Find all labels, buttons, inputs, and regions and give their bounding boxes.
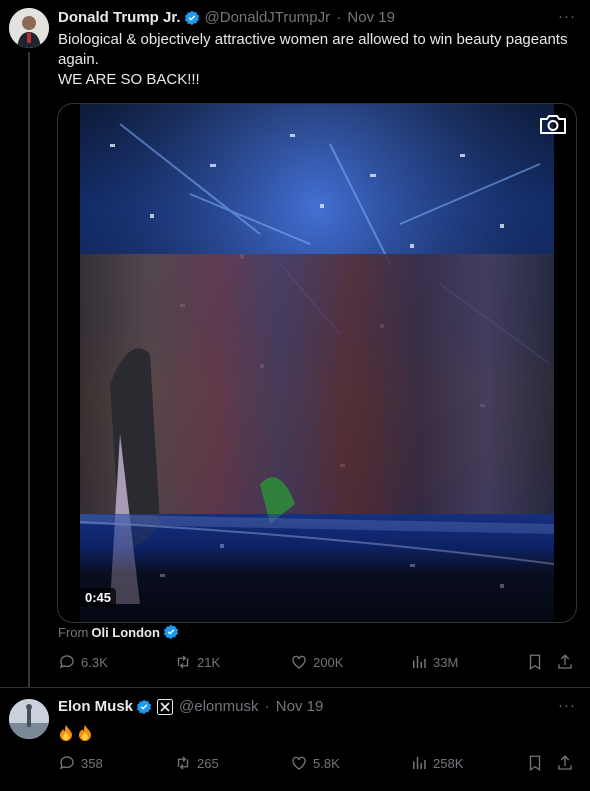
thread-line [28,52,30,687]
heart-icon [292,756,306,770]
like-button[interactable]: 5.8K [290,754,340,772]
author-name[interactable]: Elon Musk [58,698,133,716]
tweet-text-line: Biological & objectively attractive wome… [58,31,568,68]
x-affiliate-badge-icon [157,699,174,715]
bookmark-icon [529,755,541,772]
avatar[interactable] [9,8,49,48]
retweet-button[interactable]: 265 [174,754,219,772]
avatar-image [9,8,49,48]
avatar-image [9,699,49,739]
tweet-date[interactable]: Nov 19 [347,9,395,27]
tweet-trump-jr[interactable]: Donald Trump Jr. @DonaldJTrumpJr · Nov 1… [0,0,590,687]
share-button[interactable] [556,653,574,671]
heart-icon [292,655,306,669]
reply-icon [59,756,74,770]
reply-count: 6.3K [81,654,108,670]
video-stage [80,514,554,622]
reply-icon [59,655,74,669]
fire-emoji-icon [79,725,91,741]
retweet-count: 265 [197,755,219,771]
video-player[interactable]: 0:45 [57,103,577,623]
verified-badge-icon [163,624,179,640]
views-chart-icon [413,757,426,769]
bookmark-icon [529,654,541,671]
like-button[interactable]: 200K [290,653,343,671]
retweet-button[interactable]: 21K [174,653,220,671]
retweet-count: 21K [197,654,221,670]
action-bar: 358 265 5.8K 258K [58,754,576,774]
separator-dot: · [332,9,346,26]
bookmark-button[interactable] [526,653,544,671]
from-label: From [58,624,89,640]
more-options-icon[interactable]: ··· [558,697,576,714]
action-bar: 6.3K 21K 200K 33M [58,653,576,673]
share-icon [558,755,572,770]
video-attribution: From Oli London [58,624,182,640]
more-options-icon[interactable]: ··· [558,8,576,25]
views-count: 33M [433,654,459,670]
author-name[interactable]: Donald Trump Jr. [58,9,181,27]
tweet-header: Donald Trump Jr. @DonaldJTrumpJr · Nov 1… [58,9,395,27]
views-count: 258K [433,755,464,771]
like-count: 200K [313,654,344,670]
retweet-icon [177,756,189,770]
bookmark-button[interactable] [526,754,544,772]
verified-badge-icon [136,699,152,715]
author-handle[interactable]: @DonaldJTrumpJr [205,9,331,27]
retweet-icon [177,655,189,669]
separator-dot: · [260,698,274,715]
verified-badge-icon [184,10,199,26]
reply-count: 358 [81,755,103,771]
tweet-date[interactable]: Nov 19 [276,698,324,716]
tweet-header: Elon Musk @elonmusk · Nov 19 [58,698,323,716]
author-handle[interactable]: @elonmusk [179,698,258,716]
tweet-text-line: WE ARE SO BACK!!! [58,71,200,88]
like-count: 5.8K [313,755,340,771]
share-button[interactable] [556,754,574,772]
views-button[interactable]: 33M [410,653,458,671]
tweet-text: 🔥🔥 [58,724,96,746]
video-frame[interactable] [80,104,554,622]
from-author[interactable]: Oli London [91,625,160,640]
video-duration: 0:45 [80,588,117,607]
views-button[interactable]: 258K [410,754,463,772]
fire-emoji-icon [60,725,72,741]
camera-icon[interactable] [538,112,568,136]
views-chart-icon [413,656,426,668]
tweet-text: Biological & objectively attractive wome… [58,30,568,90]
reply-button[interactable]: 358 [58,754,103,772]
share-icon [558,654,572,669]
reply-button[interactable]: 6.3K [58,653,108,671]
avatar[interactable] [9,699,49,739]
